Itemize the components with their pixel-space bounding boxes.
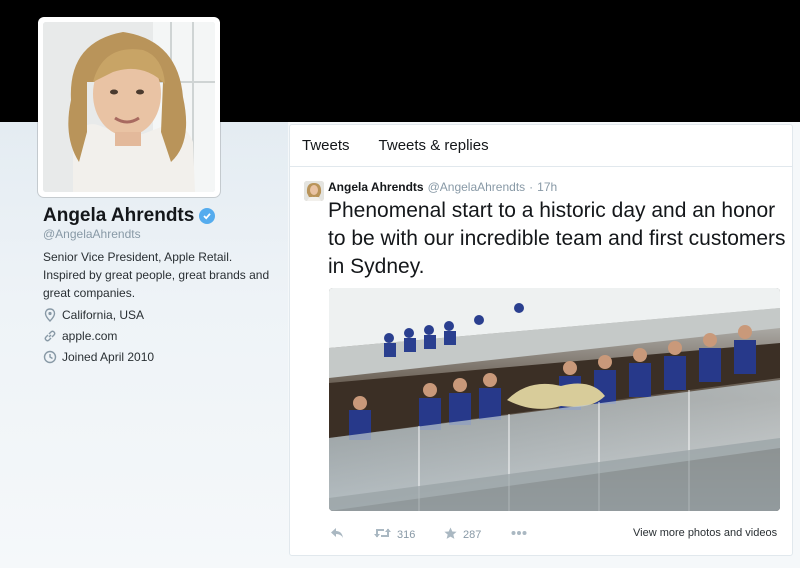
- tweet-photo[interactable]: [329, 288, 780, 511]
- tweet-author-name[interactable]: Angela Ahrendts: [328, 180, 424, 194]
- tweet-header: Angela Ahrendts @AngelaAhrendts · 17h: [328, 180, 557, 194]
- profile-avatar[interactable]: [38, 17, 220, 197]
- location-text: California, USA: [62, 308, 145, 322]
- profile-bio: Senior Vice President, Apple Retail. Ins…: [43, 250, 270, 300]
- tweet-author-handle[interactable]: @AngelaAhrendts: [428, 180, 526, 194]
- location-pin-icon: [43, 308, 57, 322]
- more-button[interactable]: [511, 527, 527, 539]
- profile-joined: Joined April 2010: [43, 350, 154, 364]
- retweet-icon: [374, 527, 391, 542]
- apple-store-photo: [329, 288, 780, 511]
- link-icon: [43, 329, 57, 343]
- tab-tweets-and-replies[interactable]: Tweets & replies: [379, 137, 489, 154]
- profile-location: California, USA: [43, 308, 144, 322]
- view-more-photos-link[interactable]: View more photos and videos: [633, 527, 777, 539]
- tweet-text: Phenomenal start to a historic day and a…: [328, 199, 786, 278]
- avatar-image: [43, 22, 215, 192]
- profile-name[interactable]: Angela Ahrendts: [43, 205, 216, 227]
- retweet-count: 316: [397, 528, 416, 541]
- star-icon: [444, 527, 457, 543]
- tweet-avatar[interactable]: [304, 181, 324, 201]
- tab-tweets[interactable]: Tweets: [302, 137, 350, 154]
- tweet[interactable]: Angela Ahrendts @AngelaAhrendts · 17h Ph…: [290, 167, 792, 557]
- profile-website[interactable]: apple.com: [43, 329, 117, 343]
- profile-name-text[interactable]: Angela Ahrendts: [43, 205, 194, 227]
- more-dots-icon: [511, 527, 527, 539]
- separator-dot: ·: [529, 180, 534, 194]
- avatar-portrait: [43, 22, 215, 192]
- favorite-count: 287: [463, 529, 482, 541]
- website-link[interactable]: apple.com: [62, 329, 117, 343]
- tweet-actions: 316 287 View more photos and videos: [328, 527, 788, 547]
- retweet-button[interactable]: 316: [374, 527, 415, 542]
- profile-handle[interactable]: @AngelaAhrendts: [43, 227, 141, 241]
- timeline-panel: Tweets Tweets & replies Angela Ahrendts …: [289, 124, 793, 556]
- reply-icon: [330, 527, 344, 542]
- calendar-icon: [43, 350, 57, 364]
- favorite-button[interactable]: 287: [444, 527, 481, 543]
- timeline-tabs: Tweets Tweets & replies: [290, 125, 792, 167]
- joined-text: Joined April 2010: [62, 350, 155, 364]
- reply-button[interactable]: [330, 527, 344, 542]
- verified-badge-icon: [199, 208, 216, 224]
- tweet-timestamp[interactable]: 17h: [537, 180, 557, 194]
